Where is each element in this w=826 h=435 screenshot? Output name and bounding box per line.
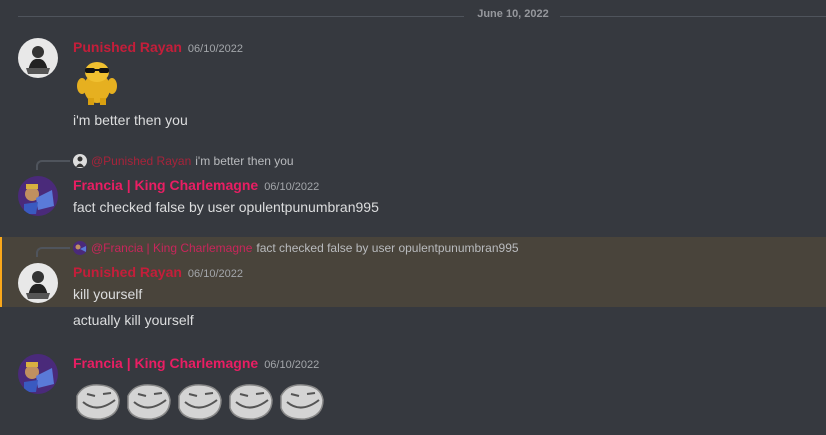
timestamp: 06/10/2022 bbox=[264, 181, 320, 193]
avatar-rayan[interactable] bbox=[18, 38, 58, 78]
username[interactable]: Francia | King Charlemagne bbox=[73, 177, 258, 193]
troll-face-emoji bbox=[76, 384, 120, 420]
reply-spine bbox=[36, 247, 70, 257]
message: Francia | King Charlemagne 06/10/2022 bbox=[0, 352, 826, 432]
reply-mention[interactable]: @Punished Rayan bbox=[91, 154, 191, 168]
timestamp: 06/10/2022 bbox=[264, 359, 320, 371]
username[interactable]: Punished Rayan bbox=[73, 39, 182, 55]
troll-face-emoji bbox=[280, 384, 324, 420]
avatar-rayan[interactable] bbox=[18, 263, 58, 303]
troll-face-emoji bbox=[178, 384, 222, 420]
reply-text[interactable]: i'm better then you bbox=[195, 154, 293, 168]
timestamp: 06/10/2022 bbox=[187, 43, 243, 55]
reply-context[interactable]: @Punished Rayan i'm better then you bbox=[73, 152, 294, 170]
message: @Punished Rayan i'm better then you Franc… bbox=[0, 150, 826, 220]
avatar-francia[interactable] bbox=[18, 354, 58, 394]
message-text: i'm better then you bbox=[73, 112, 188, 128]
message: Punished Rayan 06/10/2022 i'm better then… bbox=[0, 36, 826, 136]
emoji-row bbox=[73, 382, 328, 422]
divider-line bbox=[18, 16, 464, 17]
reply-context[interactable]: @Francia | King Charlemagne fact checked … bbox=[73, 239, 519, 257]
message-highlighted: @Francia | King Charlemagne fact checked … bbox=[0, 237, 826, 307]
message-text: kill yourself bbox=[73, 286, 143, 302]
troll-face-emoji bbox=[127, 384, 171, 420]
avatar-francia[interactable] bbox=[18, 176, 58, 216]
reply-text[interactable]: fact checked false by user opulentpunumb… bbox=[256, 241, 518, 255]
message-text: fact checked false by user opulentpunumb… bbox=[73, 199, 379, 215]
date-divider: June 10, 2022 bbox=[0, 8, 826, 20]
divider-date: June 10, 2022 bbox=[468, 8, 558, 20]
reply-spine bbox=[36, 160, 70, 170]
username[interactable]: Francia | King Charlemagne bbox=[73, 355, 258, 371]
cool-doge-sunglasses-emoji bbox=[77, 62, 117, 105]
timestamp: 06/10/2022 bbox=[187, 268, 243, 280]
username[interactable]: Punished Rayan bbox=[73, 264, 182, 280]
divider-line bbox=[560, 16, 826, 17]
reply-avatar bbox=[73, 241, 87, 255]
message-text: actually kill yourself bbox=[73, 312, 194, 328]
reply-mention[interactable]: @Francia | King Charlemagne bbox=[91, 241, 252, 255]
reply-avatar bbox=[73, 154, 87, 168]
troll-face-emoji bbox=[229, 384, 273, 420]
